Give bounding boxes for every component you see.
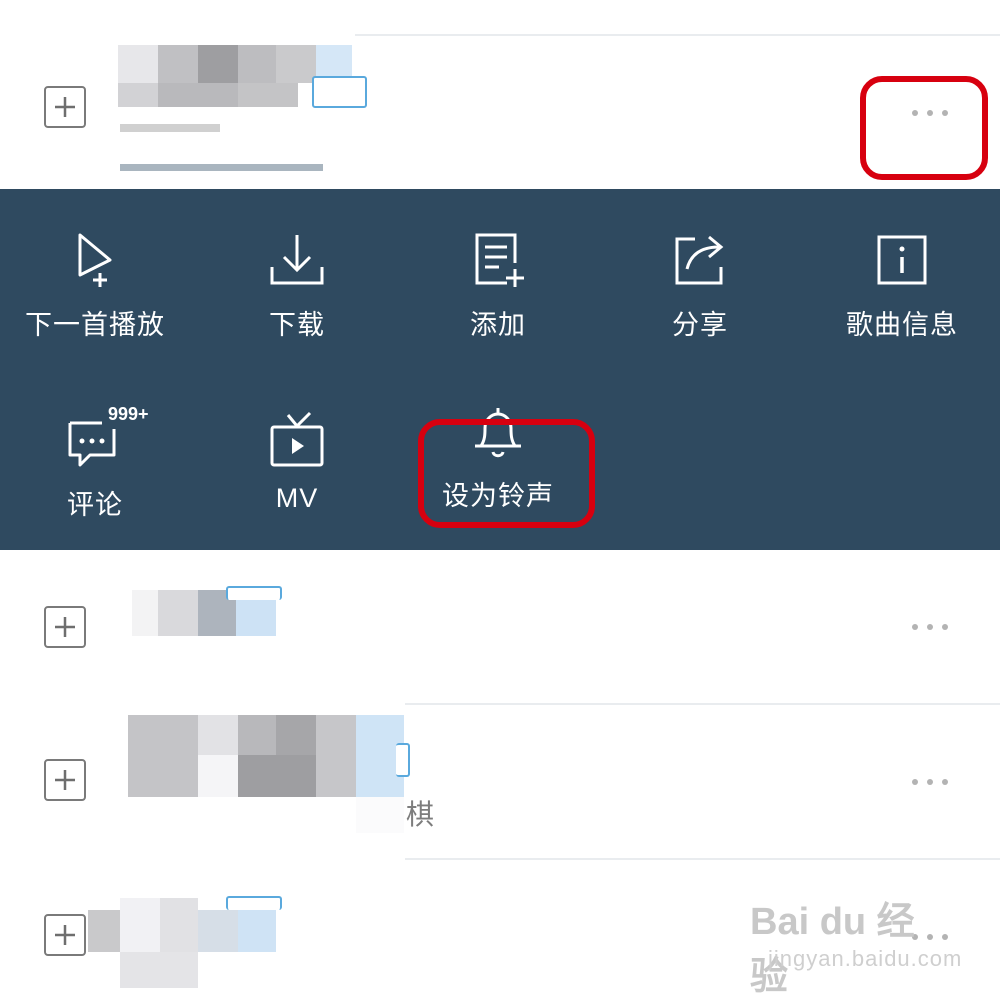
info-icon [877,235,927,285]
blurred-song-title [88,910,120,952]
progress-bar [120,164,323,171]
song-action-sheet: 下一首播放 下载 添加 分享 歌曲信息 评论 999+ MV 设为铃声 [0,189,1000,550]
blurred-block [120,952,198,988]
blurred-artist [120,124,220,132]
comment-label: 评论 [67,490,123,520]
mv-tag: MV [312,76,367,108]
blurred-block [118,83,158,107]
mv-tag: MV [226,896,282,910]
blurred-block [198,715,238,755]
song-row-1[interactable]: MV [0,36,1000,188]
blurred-block [238,755,316,797]
mv-label: MV [275,483,319,513]
song-info-button[interactable]: 歌曲信息 [802,189,1000,349]
tv-icon [270,411,324,467]
blurred-block [238,715,276,755]
ellipsis-icon [942,110,948,116]
share-button[interactable]: 分享 [600,189,800,349]
ellipsis-icon [927,624,933,630]
play-next-icon [78,233,112,287]
blurred-block [238,83,298,107]
share-label: 分享 [672,310,728,340]
ellipsis-icon [942,779,948,785]
add-label: 添加 [470,310,526,340]
ellipsis-icon [927,779,933,785]
plus-icon [55,97,75,117]
plus-icon [55,925,75,945]
ellipsis-icon [942,624,948,630]
play-next-label: 下一首播放 [25,310,165,340]
ellipsis-icon [912,110,918,116]
blurred-block [316,715,356,797]
blurred-block [198,45,238,83]
add-to-playlist-icon [475,233,524,287]
add-song-button[interactable] [44,914,86,956]
more-options-button[interactable] [900,98,960,128]
mv-tag: MV [396,743,410,777]
watermark-logo: Bai du 经验 [750,901,915,998]
comment-button[interactable]: 评论 [0,369,195,529]
ellipsis-icon [912,779,918,785]
add-song-button[interactable] [44,759,86,801]
play-next-button[interactable]: 下一首播放 [0,189,195,349]
add-to-playlist-button[interactable]: 添加 [398,189,598,349]
mv-tag-label: MV [228,589,258,611]
mv-button[interactable]: MV [197,369,397,529]
blurred-block [238,45,276,83]
blurred-block [158,590,198,636]
mv-tag-label: MV [396,746,426,768]
watermark-url: jingyan.baidu.com [768,946,963,971]
comment-count-badge: 999+ [108,404,149,424]
ellipsis-icon [912,624,918,630]
plus-icon [55,617,75,637]
song-artist-text: 棋 [406,799,435,830]
download-button[interactable]: 下载 [197,189,397,349]
blurred-block [160,898,198,952]
blurred-block [158,45,198,83]
blurred-block [276,45,316,83]
plus-icon [55,770,75,790]
mv-tag: MV [226,586,282,600]
download-icon [270,235,324,285]
blurred-song-title [128,715,198,797]
bell-icon [475,408,521,458]
blurred-block [356,797,404,833]
download-label: 下载 [269,310,325,340]
blurred-block [158,83,238,107]
set-ringtone-button[interactable]: 设为铃声 [398,369,598,529]
blurred-block [120,898,160,952]
song-row-3[interactable]: MV 棋 [0,705,1000,858]
blurred-block [198,755,238,797]
add-song-button[interactable] [44,606,86,648]
song-row-2[interactable]: MV [0,550,1000,703]
share-icon [675,235,724,285]
blurred-block [276,715,316,755]
baidu-jingyan-watermark: Bai du 经验 jingyan.baidu.com [750,890,961,998]
more-options-button[interactable] [900,612,960,642]
song-info-label: 歌曲信息 [846,310,958,340]
ellipsis-icon [927,110,933,116]
mv-tag-label: MV [317,79,347,101]
mv-tag-label: MV [228,899,258,921]
set-ringtone-label: 设为铃声 [442,481,554,511]
add-song-button[interactable] [44,86,86,128]
blurred-song-title [118,45,158,83]
more-options-button[interactable] [900,767,960,797]
blurred-song-title [132,590,158,636]
